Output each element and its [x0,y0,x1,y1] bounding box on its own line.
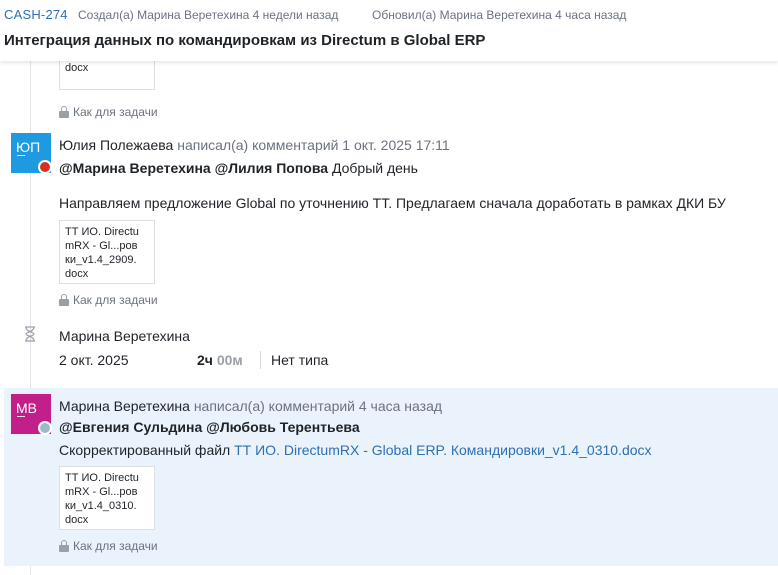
visibility-label[interactable]: Как для задачи [59,539,158,553]
mention[interactable]: @Любовь Терентьева [206,419,359,435]
avatar-initials: МВ [16,400,37,416]
avatar[interactable]: ЮП [11,133,52,174]
visibility-text: Как для задачи [73,539,158,553]
author-name[interactable]: Марина Веретехина [59,398,190,414]
comment-greeting: Добрый день [331,160,418,176]
worklog-date: 2 окт. 2025 [59,352,129,368]
file-link[interactable]: ТТ ИО. DirectumRX - Global ERP. Командир… [234,442,651,458]
avatar-dash [17,416,25,417]
avatar-dash [17,155,25,156]
comment-author: Марина Веретехина написал(а) комментарий… [59,398,442,414]
updated-meta: Обновил(а) Марина Веретехина 4 часа наза… [372,8,627,22]
lock-icon [59,294,69,306]
visibility-label[interactable]: Как для задачи [59,293,158,307]
comment-body: Скорректированный файл ТТ ИО. DirectumRX… [59,442,652,458]
author-name[interactable]: Юлия Полежаева [59,137,173,153]
status-badge-icon [38,160,52,174]
comment-text: Скорректированный файл [59,442,231,458]
visibility-label[interactable]: Как для задачи [59,105,158,119]
lock-icon [59,540,69,552]
attachment-thumbnail[interactable]: ТТ ИО. Directu mRX - Gl...ров ки_v1.4_29… [59,220,155,284]
hourglass-icon [25,326,35,342]
mention-line: @Марина Веретехина @Лилия Попова Добрый … [59,160,418,176]
comment-action: написал(а) комментарий 1 окт. 2025 17:11 [177,137,450,153]
mention[interactable]: @Марина Веретехина [59,160,211,176]
page-title: Интеграция данных по командировкам из Di… [4,32,486,49]
status-badge-icon [38,421,52,435]
created-meta: Создал(а) Марина Веретехина 4 недели наз… [78,8,339,22]
mention-line: @Евгения Сульдина @Любовь Терентьева [59,419,360,435]
visibility-text: Как для задачи [73,105,158,119]
comment-action: написал(а) комментарий 4 часа назад [193,398,443,414]
activity-feed[interactable]: ки_v1.3_2909. docx Как для задачи ЮП Юли… [0,61,778,575]
attachment-thumbnail[interactable]: ки_v1.3_2909. docx [59,61,155,90]
divider [260,351,261,369]
mention[interactable]: @Лилия Попова [215,160,328,176]
comment-body: Направляем предложение Global по уточнен… [59,195,726,211]
worklog-type: Нет типа [271,352,329,368]
avatar-initials: ЮП [16,139,41,155]
worklog-hours: 2ч [197,352,213,368]
mention[interactable]: @Евгения Сульдина [59,419,202,435]
worklog-author: Марина Веретехина [59,328,190,344]
worklog-duration: 2ч 00м [197,352,243,368]
visibility-text: Как для задачи [73,293,158,307]
comment-author: Юлия Полежаева написал(а) комментарий 1 … [59,137,450,153]
lock-icon [59,106,69,118]
issue-key-link[interactable]: CASH-274 [4,7,68,22]
avatar[interactable]: МВ [11,394,52,435]
attachment-thumbnail[interactable]: ТТ ИО. Directu mRX - Gl...ров ки_v1.4_03… [59,466,155,530]
issue-header: CASH-274 Создал(а) Марина Веретехина 4 н… [0,0,778,61]
worklog-minutes: 00м [216,352,243,368]
